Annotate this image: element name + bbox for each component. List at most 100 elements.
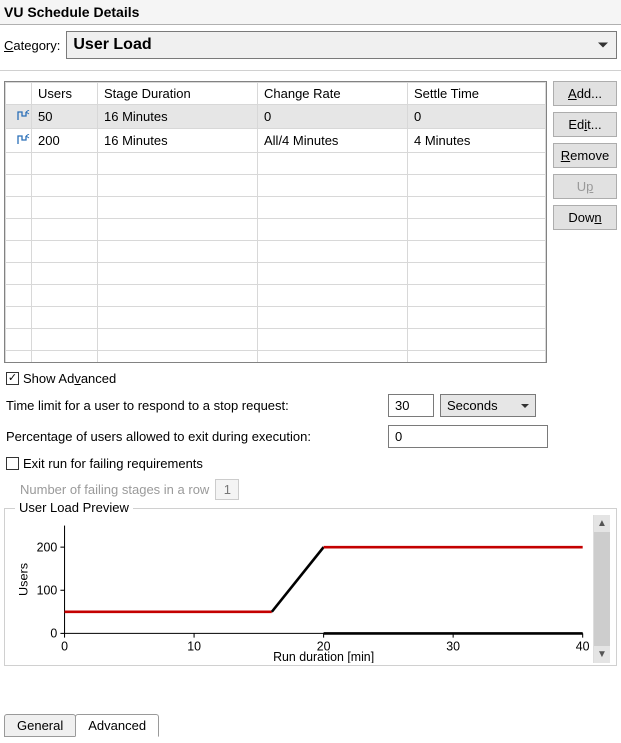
cell-settle — [408, 263, 546, 285]
row-icon-cell — [6, 263, 32, 285]
row-icon-cell — [6, 329, 32, 351]
col-settle-time[interactable]: Settle Time — [408, 83, 546, 105]
col-icon[interactable] — [6, 83, 32, 105]
cell-users — [32, 219, 98, 241]
add-button[interactable]: Add... — [553, 81, 617, 106]
scroll-up-icon[interactable]: ▲ — [594, 515, 610, 532]
stages-table[interactable]: Users Stage Duration Change Rate Settle … — [4, 81, 547, 363]
cell-settle — [408, 329, 546, 351]
cell-rate: 0 — [258, 105, 408, 129]
edit-button[interactable]: Edit... — [553, 112, 617, 137]
cell-duration — [98, 241, 258, 263]
table-row[interactable]: 20016 MinutesAll/4 Minutes4 Minutes — [6, 129, 546, 153]
table-row[interactable] — [6, 351, 546, 364]
cell-settle — [408, 153, 546, 175]
row-icon-cell — [6, 307, 32, 329]
scroll-down-icon[interactable]: ▼ — [594, 646, 610, 663]
show-advanced-checkbox[interactable] — [6, 372, 19, 385]
cell-settle — [408, 307, 546, 329]
cell-settle: 0 — [408, 105, 546, 129]
svg-text:40: 40 — [576, 639, 590, 653]
cell-settle — [408, 197, 546, 219]
stage-icon — [16, 134, 30, 146]
failing-stages-label: Number of failing stages in a row — [20, 482, 209, 497]
row-icon-cell — [6, 219, 32, 241]
table-row[interactable] — [6, 307, 546, 329]
cell-rate — [258, 351, 408, 364]
pct-exit-input[interactable]: 0 — [388, 425, 548, 448]
svg-text:Users: Users — [17, 563, 31, 596]
table-row[interactable] — [6, 241, 546, 263]
down-button[interactable]: Down — [553, 205, 617, 230]
failing-stages-input: 1 — [215, 479, 239, 500]
cell-users — [32, 285, 98, 307]
row-icon-cell — [6, 351, 32, 364]
svg-text:Run duration [min]: Run duration [min] — [273, 650, 374, 663]
tab-bar: General Advanced — [4, 714, 158, 737]
user-load-preview-group: User Load Preview 0100200010203040UsersR… — [4, 508, 617, 666]
cell-rate — [258, 175, 408, 197]
row-icon-cell — [6, 241, 32, 263]
table-header-row: Users Stage Duration Change Rate Settle … — [6, 83, 546, 105]
cell-duration: 16 Minutes — [98, 129, 258, 153]
timelimit-label: Time limit for a user to respond to a st… — [6, 398, 382, 413]
tab-general[interactable]: General — [4, 714, 76, 737]
svg-text:200: 200 — [37, 540, 58, 554]
pct-exit-label: Percentage of users allowed to exit duri… — [6, 429, 382, 444]
cell-rate — [258, 197, 408, 219]
svg-text:100: 100 — [37, 583, 58, 597]
cell-users — [32, 175, 98, 197]
cell-settle — [408, 285, 546, 307]
svg-text:0: 0 — [61, 639, 68, 653]
cell-settle — [408, 175, 546, 197]
row-icon-cell — [6, 285, 32, 307]
cell-duration — [98, 197, 258, 219]
table-row[interactable] — [6, 219, 546, 241]
row-icon-cell — [6, 175, 32, 197]
table-row[interactable] — [6, 329, 546, 351]
row-icon-cell — [6, 197, 32, 219]
col-duration[interactable]: Stage Duration — [98, 83, 258, 105]
col-users[interactable]: Users — [32, 83, 98, 105]
cell-users: 50 — [32, 105, 98, 129]
tab-advanced[interactable]: Advanced — [75, 714, 159, 737]
cell-settle — [408, 241, 546, 263]
cell-duration: 16 Minutes — [98, 105, 258, 129]
cell-duration — [98, 175, 258, 197]
svg-text:10: 10 — [187, 639, 201, 653]
table-row[interactable] — [6, 175, 546, 197]
cell-rate — [258, 219, 408, 241]
row-icon-cell — [6, 105, 32, 129]
timelimit-unit-select[interactable]: Seconds — [440, 394, 536, 417]
col-change-rate[interactable]: Change Rate — [258, 83, 408, 105]
table-row[interactable]: 5016 Minutes00 — [6, 105, 546, 129]
cell-users — [32, 241, 98, 263]
preview-scrollbar[interactable]: ▲ ▼ — [593, 515, 610, 663]
cell-rate — [258, 241, 408, 263]
cell-rate — [258, 285, 408, 307]
category-select[interactable]: User Load — [66, 31, 617, 59]
table-row[interactable] — [6, 197, 546, 219]
up-button[interactable]: Up — [553, 174, 617, 199]
cell-duration — [98, 153, 258, 175]
cell-settle — [408, 351, 546, 364]
remove-button[interactable]: Remove — [553, 143, 617, 168]
category-label: CCategory:ategory: — [4, 38, 60, 53]
cell-duration — [98, 219, 258, 241]
cell-duration — [98, 329, 258, 351]
cell-rate: All/4 Minutes — [258, 129, 408, 153]
exit-run-label: Exit run for failing requirements — [23, 456, 203, 471]
exit-run-checkbox[interactable] — [6, 457, 19, 470]
cell-rate — [258, 263, 408, 285]
panel-title: VU Schedule Details — [0, 0, 621, 25]
table-row[interactable] — [6, 263, 546, 285]
svg-text:0: 0 — [50, 626, 57, 640]
cell-users — [32, 153, 98, 175]
timelimit-input[interactable]: 30 — [388, 394, 434, 417]
cell-users — [32, 197, 98, 219]
table-row[interactable] — [6, 153, 546, 175]
scroll-thumb[interactable] — [594, 532, 610, 646]
cell-duration — [98, 285, 258, 307]
cell-duration — [98, 307, 258, 329]
table-row[interactable] — [6, 285, 546, 307]
